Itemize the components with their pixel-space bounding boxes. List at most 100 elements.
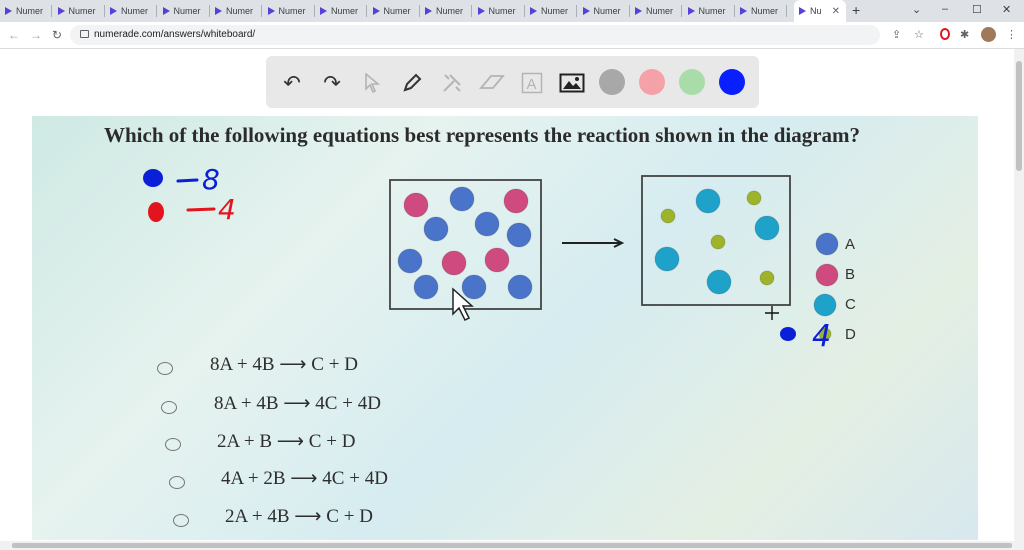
vertical-scroll-thumb[interactable] — [1016, 61, 1022, 171]
url-text: numerade.com/answers/whiteboard/ — [94, 29, 256, 40]
redo-icon[interactable]: ↷ — [319, 70, 345, 96]
opera-extension-icon[interactable] — [940, 28, 950, 40]
tab-label: Numer — [541, 6, 569, 16]
maximize-button[interactable]: ☐ — [972, 3, 982, 16]
tab-item[interactable]: Numer — [105, 0, 157, 22]
reload-button[interactable]: ↻ — [52, 28, 62, 42]
undo-icon[interactable]: ↶ — [279, 70, 305, 96]
back-button[interactable]: ← — [8, 28, 20, 42]
tab-item[interactable]: Numer — [473, 0, 525, 22]
bookmark-star-icon[interactable]: ☆ — [914, 28, 924, 41]
option-radio[interactable] — [157, 362, 173, 375]
tools-icon[interactable] — [439, 70, 465, 96]
tab-item[interactable]: Numer — [525, 0, 577, 22]
option-radio[interactable] — [169, 476, 185, 489]
tab-active[interactable]: Nu ✕ — [794, 0, 846, 22]
numerade-favicon-icon — [687, 7, 695, 15]
numerade-favicon-icon — [57, 7, 65, 15]
molecule-a — [413, 274, 439, 300]
tab-item[interactable]: Numer — [158, 0, 210, 22]
option-label[interactable]: 2A + 4B ⟶ C + D — [225, 505, 373, 528]
product-count-annotation: 4 — [812, 319, 831, 354]
tab-item[interactable]: Numer — [420, 0, 472, 22]
tab-label: Numer — [383, 6, 411, 16]
browser-menu-button[interactable]: ⋮ — [1006, 28, 1017, 41]
option-label[interactable]: 4A + 2B ⟶ 4C + 4D — [221, 467, 388, 490]
option-label[interactable]: 2A + B ⟶ C + D — [217, 430, 355, 453]
tab-label: Numer — [436, 6, 464, 16]
color-swatch-gray[interactable] — [599, 69, 625, 95]
tab-search-chevron-icon[interactable]: ⌄ — [912, 3, 921, 16]
url-field[interactable]: numerade.com/answers/whiteboard/ — [70, 25, 880, 45]
option-label[interactable]: 8A + 4B ⟶ C + D — [210, 353, 358, 376]
tab-item[interactable]: Numer — [683, 0, 735, 22]
legend-label-b: B — [845, 266, 856, 283]
tab-label: Numer — [331, 6, 359, 16]
legend-label-d: D — [845, 326, 856, 343]
numerade-favicon-icon — [635, 7, 642, 15]
numerade-favicon-icon — [477, 7, 485, 15]
color-swatch-green[interactable] — [679, 69, 705, 95]
red-count-annotation: 4 — [218, 193, 236, 226]
profile-avatar[interactable] — [981, 27, 996, 42]
eraser-icon[interactable] — [479, 70, 505, 96]
molecule-a — [397, 248, 423, 274]
tab-item[interactable]: Numer — [0, 0, 52, 22]
tab-item[interactable]: Numer — [735, 0, 787, 22]
tab-label: Numer — [698, 6, 726, 16]
numerade-favicon-icon — [162, 7, 170, 15]
forward-button[interactable]: → — [30, 28, 42, 42]
molecule-b — [484, 247, 510, 273]
color-swatch-blue[interactable] — [719, 69, 745, 95]
tab-item[interactable]: Numer — [53, 0, 105, 22]
blue-count-annotation: 8 — [202, 163, 220, 196]
tab-label: Numer — [278, 6, 306, 16]
pen-icon[interactable] — [399, 70, 425, 96]
tab-label: Numer — [173, 6, 201, 16]
extensions-puzzle-icon[interactable]: ✱ — [960, 28, 969, 41]
minimize-button[interactable]: – — [942, 3, 948, 15]
share-icon[interactable]: ⇪ — [892, 28, 901, 41]
new-tab-button[interactable]: + — [852, 2, 860, 18]
image-icon[interactable] — [559, 70, 585, 96]
numerade-favicon-icon — [530, 7, 537, 15]
option-radio[interactable] — [165, 438, 181, 451]
numerade-favicon-icon — [267, 7, 275, 15]
horizontal-scrollbar[interactable] — [0, 541, 1024, 550]
tab-item[interactable]: Numer — [315, 0, 367, 22]
tab-close-icon[interactable]: ✕ — [832, 6, 840, 17]
numerade-favicon-icon — [372, 7, 380, 15]
red-dot-annotation — [148, 202, 164, 222]
numerade-favicon-icon — [799, 7, 806, 15]
option-label[interactable]: 8A + 4B ⟶ 4C + 4D — [214, 392, 381, 415]
tab-item[interactable]: Numer — [210, 0, 262, 22]
red-dash-annotation — [186, 207, 216, 212]
molecule-a — [461, 274, 487, 300]
molecule-d — [759, 270, 775, 286]
tab-label: Numer — [488, 6, 516, 16]
tab-label: Numer — [121, 6, 149, 16]
pointer-icon[interactable] — [359, 70, 385, 96]
whiteboard-canvas[interactable]: Which of the following equations best re… — [32, 116, 978, 540]
tab-label: Numer — [68, 6, 96, 16]
vertical-scrollbar[interactable] — [1014, 49, 1024, 541]
text-box-icon[interactable]: A — [519, 70, 545, 96]
tab-item[interactable]: Numer — [630, 0, 682, 22]
numerade-favicon-icon — [425, 7, 432, 15]
option-radio[interactable] — [173, 514, 189, 527]
horizontal-scroll-thumb[interactable] — [12, 543, 1012, 548]
tab-item[interactable]: Numer — [368, 0, 420, 22]
molecule-d — [710, 234, 726, 250]
tab-item[interactable]: Numer — [263, 0, 315, 22]
close-window-button[interactable]: ✕ — [1002, 3, 1011, 16]
product-dot-annotation — [780, 327, 796, 341]
color-swatch-pink[interactable] — [639, 69, 665, 95]
molecule-a — [506, 222, 532, 248]
numerade-favicon-icon — [582, 7, 590, 15]
crosshair-cursor-icon — [765, 306, 779, 320]
option-radio[interactable] — [161, 401, 177, 414]
molecule-a — [423, 216, 449, 242]
tab-label: Numer — [226, 6, 254, 16]
numerade-favicon-icon — [215, 7, 222, 15]
tab-item[interactable]: Numer — [578, 0, 630, 22]
